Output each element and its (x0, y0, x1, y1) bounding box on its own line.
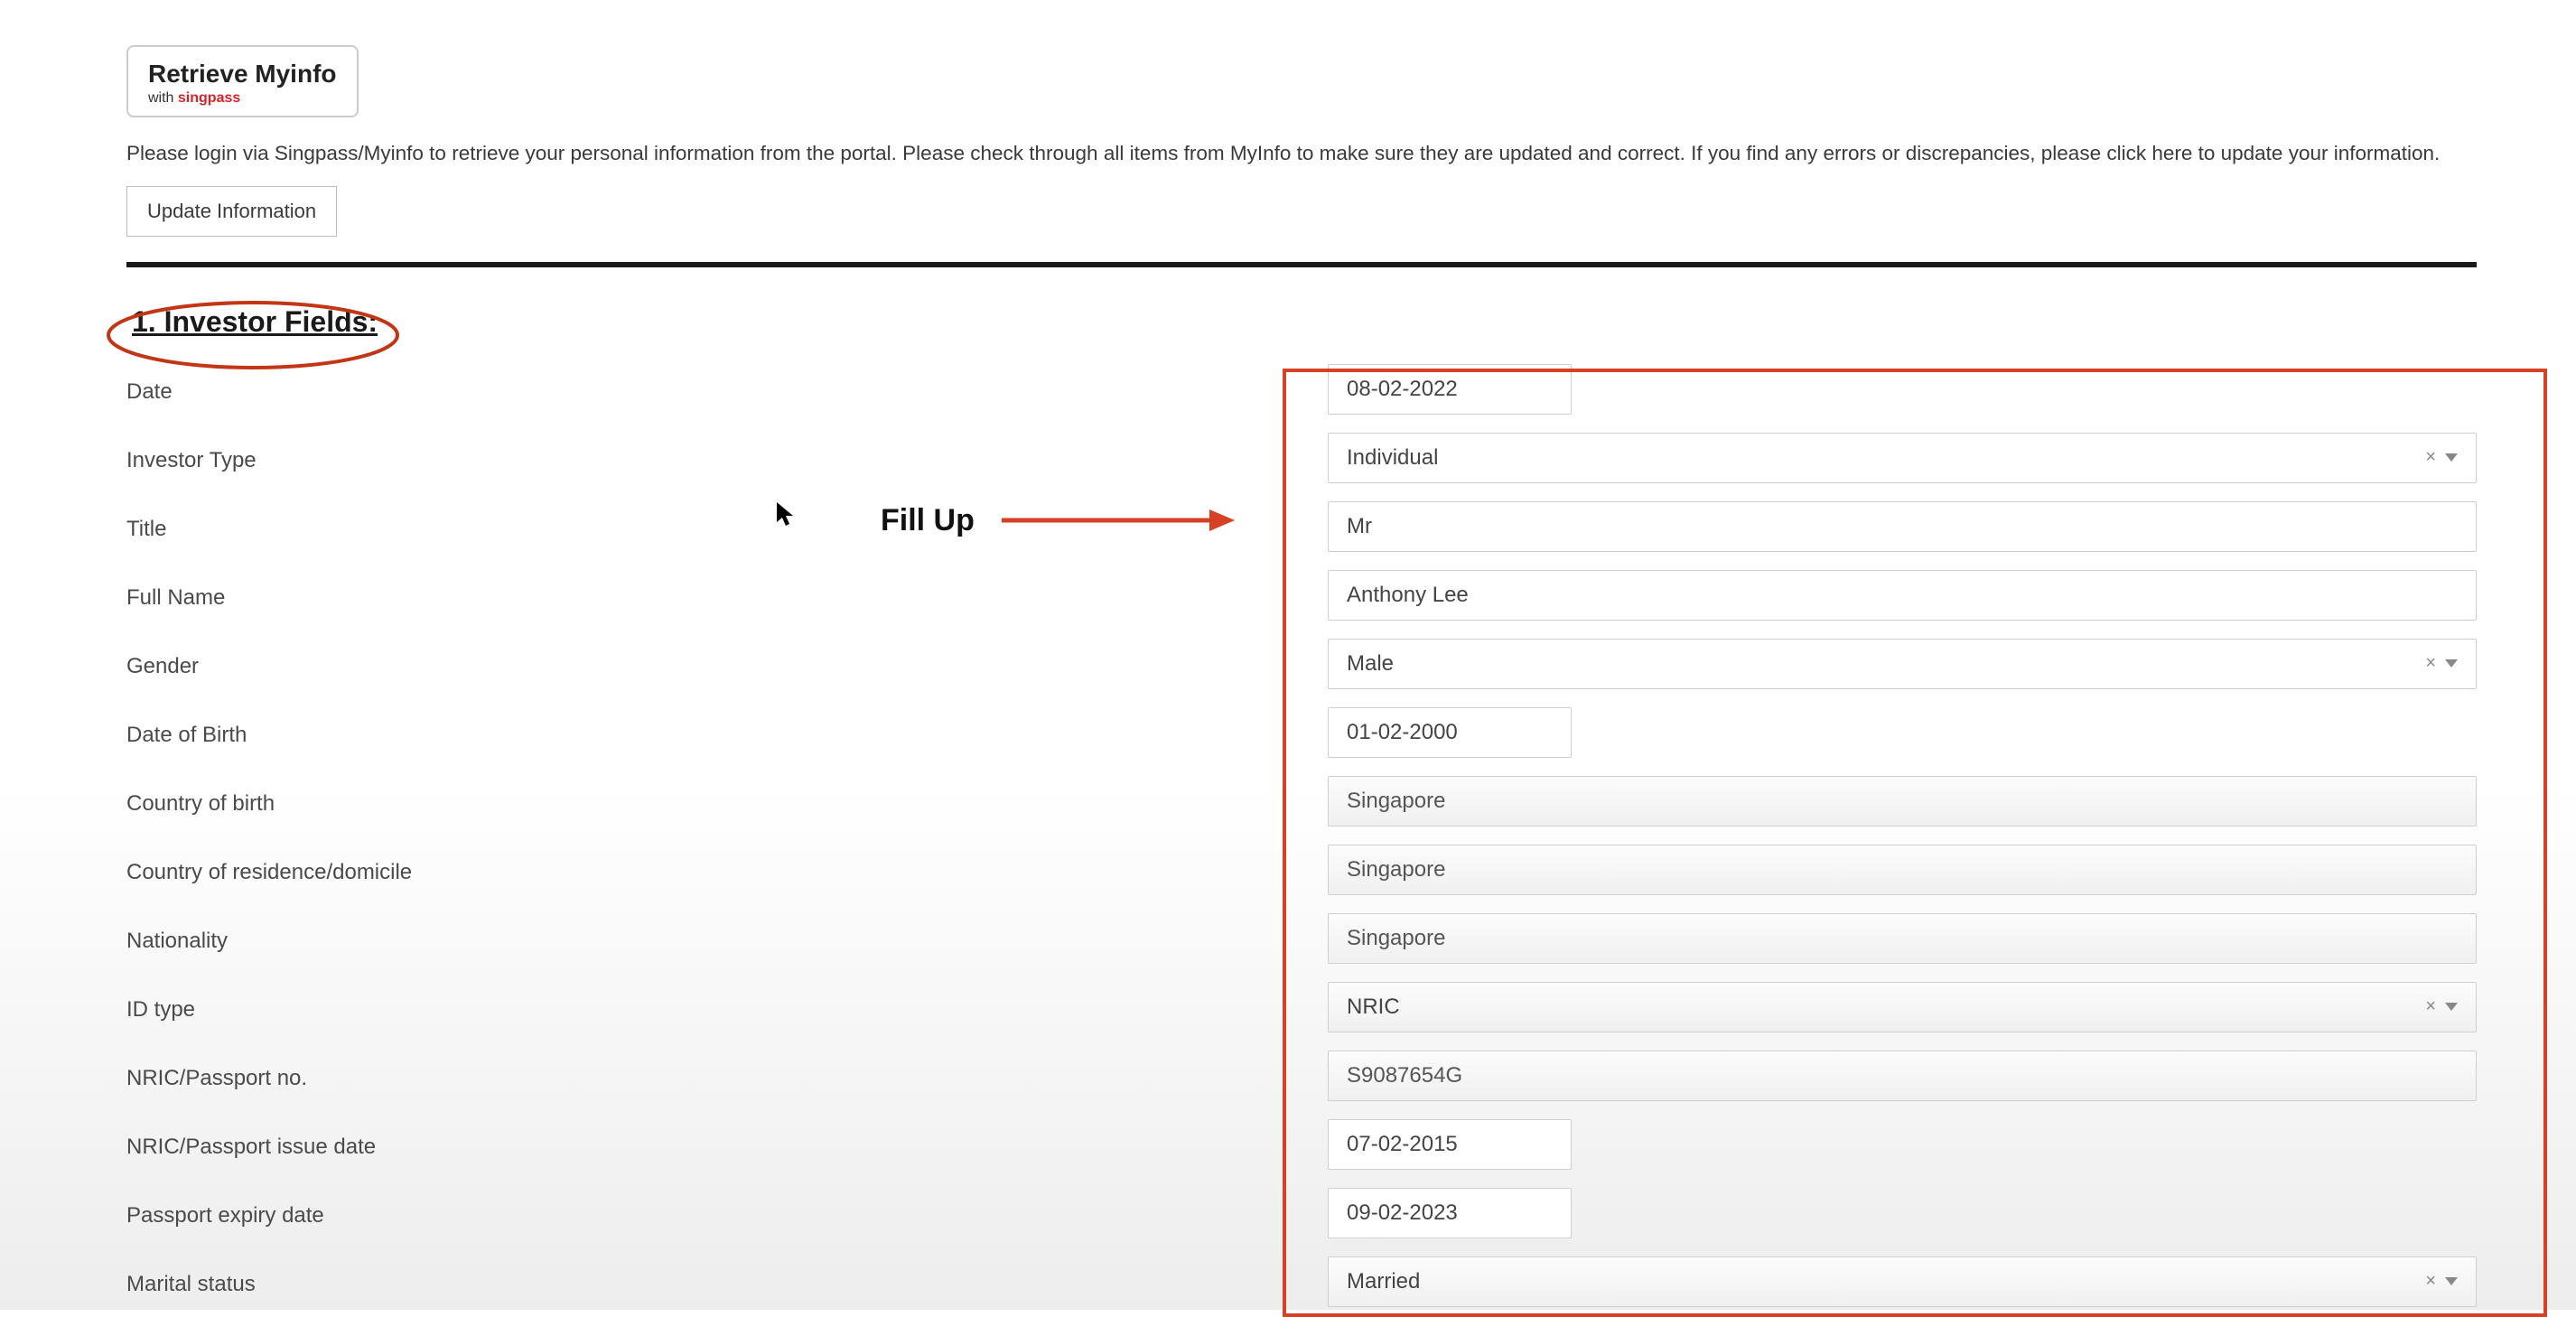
select-value: NRIC (1347, 995, 1400, 1020)
date-input[interactable] (1328, 364, 1572, 415)
label-date: Date (126, 374, 1328, 405)
clear-icon[interactable]: × (2425, 1271, 2436, 1292)
label-title: Title (126, 511, 1328, 542)
marital-status-select[interactable]: Married × (1328, 1256, 2477, 1307)
nric-issue-input[interactable] (1328, 1119, 1572, 1170)
full-name-input[interactable] (1328, 570, 2477, 621)
title-input[interactable] (1328, 501, 2477, 552)
nationality-input[interactable]: Singapore (1328, 913, 2477, 964)
label-id-type: ID type (126, 992, 1328, 1023)
label-passport-expiry: Passport expiry date (126, 1198, 1328, 1228)
passport-expiry-input[interactable] (1328, 1188, 1572, 1238)
country-birth-input[interactable]: Singapore (1328, 776, 2477, 827)
chevron-down-icon (2445, 659, 2458, 668)
select-value: Married (1347, 1269, 1420, 1294)
label-investor-type: Investor Type (126, 443, 1328, 473)
info-text: Please login via Singpass/Myinfo to retr… (126, 139, 2477, 168)
select-value: Male (1347, 651, 1394, 677)
chevron-down-icon (2445, 1003, 2458, 1011)
country-residence-input[interactable]: Singapore (1328, 845, 2477, 895)
annotation-ellipse (99, 294, 425, 376)
chevron-down-icon (2445, 1277, 2458, 1285)
label-nric-issue: NRIC/Passport issue date (126, 1129, 1328, 1160)
retrieve-subtitle: with singpass (148, 90, 337, 107)
section-divider (126, 262, 2477, 267)
gender-select[interactable]: Male × (1328, 639, 2477, 689)
label-gender: Gender (126, 649, 1328, 679)
label-nric-no: NRIC/Passport no. (126, 1060, 1328, 1091)
label-country-residence: Country of residence/domicile (126, 855, 1328, 885)
clear-icon[interactable]: × (2425, 653, 2436, 674)
nric-no-input[interactable]: S9087654G (1328, 1051, 2477, 1101)
clear-icon[interactable]: × (2425, 447, 2436, 468)
label-full-name: Full Name (126, 580, 1328, 611)
investor-type-select[interactable]: Individual × (1328, 433, 2477, 483)
retrieve-myinfo-button[interactable]: Retrieve Myinfo with singpass (126, 45, 359, 117)
retrieve-title: Retrieve Myinfo (148, 60, 337, 89)
update-information-button[interactable]: Update Information (126, 186, 337, 237)
chevron-down-icon (2445, 453, 2458, 462)
label-country-birth: Country of birth (126, 786, 1328, 817)
dob-input[interactable] (1328, 707, 1572, 758)
label-dob: Date of Birth (126, 717, 1328, 748)
label-nationality: Nationality (126, 923, 1328, 954)
id-type-select[interactable]: NRIC × (1328, 982, 2477, 1032)
label-marital-status: Marital status (126, 1266, 1328, 1297)
select-value: Individual (1347, 445, 1438, 471)
clear-icon[interactable]: × (2425, 996, 2436, 1017)
investor-fields-form: Date Investor Type Individual × Title (126, 355, 2477, 1316)
